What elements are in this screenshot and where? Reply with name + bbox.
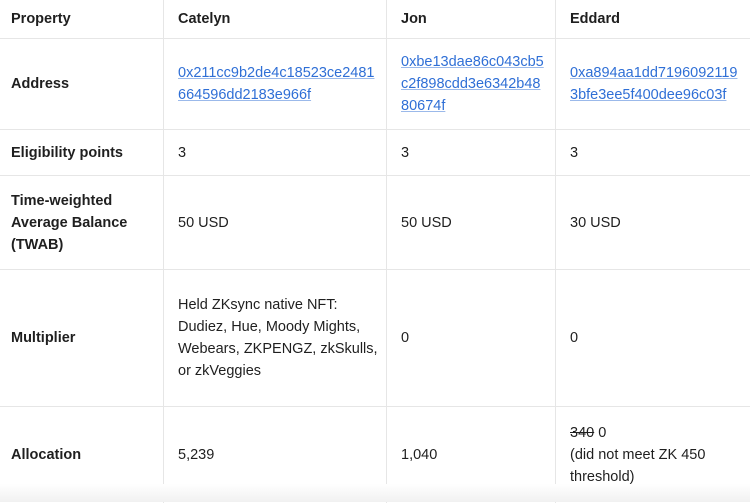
row-label-twab: Time-weighted Average Balance (TWAB) (0, 176, 164, 269)
table-header-row: Property Catelyn Jon Eddard (0, 0, 750, 39)
row-label-multiplier: Multiplier (0, 270, 164, 406)
cell-eddard-address: 0xa894aa1dd71960921193bfe3ee5f400dee96c0… (556, 39, 750, 129)
cell-eddard-eligibility: 3 (570, 144, 579, 161)
cell-jon-multiplier: 0 (387, 270, 556, 406)
eddard-original-allocation: 340 (570, 425, 595, 441)
row-label-eligibility: Eligibility points (0, 130, 164, 175)
cell-catelyn-twab: 50 USD (164, 176, 387, 269)
cell-catelyn-multiplier: Held ZKsync native NFT: Dudiez, Hue, Moo… (164, 270, 387, 406)
eddard-allocation-note: (did not meet ZK 450 threshold) (570, 447, 706, 485)
header-property: Property (0, 0, 164, 38)
cell-jon-address: 0xbe13dae86c043cb5c2f898cdd3e6342b488067… (387, 39, 556, 129)
header-catelyn: Catelyn (164, 0, 387, 38)
header-jon: Jon (387, 0, 556, 38)
eddard-final-allocation: 0 (598, 425, 607, 441)
cell-catelyn-eligibility: 3 (164, 130, 387, 175)
header-eddard: Eddard (570, 11, 620, 27)
table-row-address: Address 0x211cc9b2de4c18523ce2481664596d… (0, 39, 750, 130)
cell-jon-eligibility: 3 (387, 130, 556, 175)
cell-eddard-multiplier: 0 (570, 330, 579, 346)
eddard-address-link[interactable]: 0xa894aa1dd71960921193bfe3ee5f400dee96c0… (570, 62, 742, 106)
cell-catelyn-address: 0x211cc9b2de4c18523ce2481664596dd2183e96… (164, 39, 387, 129)
catelyn-address-link[interactable]: 0x211cc9b2de4c18523ce2481664596dd2183e96… (178, 62, 378, 106)
jon-address-link[interactable]: 0xbe13dae86c043cb5c2f898cdd3e6342b488067… (401, 51, 547, 117)
table-row-twab: Time-weighted Average Balance (TWAB) 50 … (0, 176, 750, 270)
table-row-eligibility: Eligibility points 3 3 3 (0, 130, 750, 176)
cell-eddard-twab: 30 USD (570, 214, 621, 231)
table-row-multiplier: Multiplier Held ZKsync native NFT: Dudie… (0, 270, 750, 407)
eddard-allocation-content: 340 0 (did not meet ZK 450 threshold) (570, 422, 742, 488)
cell-jon-twab: 50 USD (387, 176, 556, 269)
row-label-address: Address (0, 39, 164, 129)
comparison-table: Property Catelyn Jon Eddard Address 0x21… (0, 0, 750, 503)
bottom-shadow (0, 484, 750, 502)
